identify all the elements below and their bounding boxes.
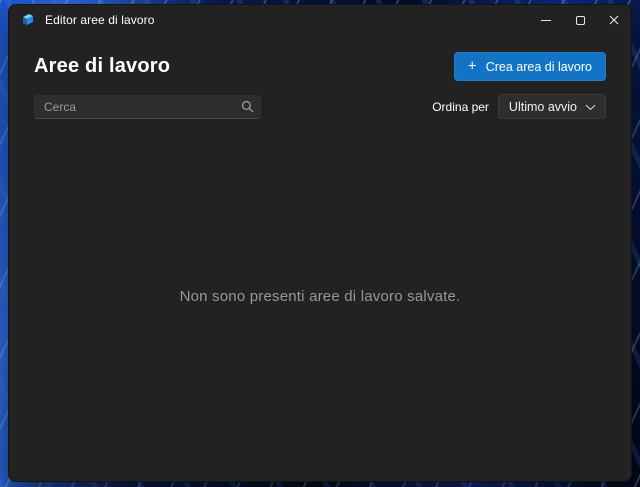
empty-state-message: Non sono presenti aree di lavoro salvate… — [179, 288, 461, 305]
plus-icon: + — [467, 57, 477, 75]
titlebar[interactable]: Editor aree di lavoro — [9, 5, 631, 35]
search-box — [34, 94, 261, 119]
minimize-button[interactable] — [529, 5, 563, 35]
minimize-icon — [541, 19, 551, 21]
window-title: Editor aree di lavoro — [45, 13, 155, 27]
create-workspace-button[interactable]: + Crea area di lavoro — [453, 52, 606, 81]
page-title: Aree di lavoro — [34, 55, 171, 77]
sort-dropdown[interactable]: Ultimo avvio — [497, 94, 606, 119]
maximize-button[interactable] — [563, 5, 597, 35]
close-icon — [609, 13, 619, 28]
caption-buttons — [529, 5, 631, 35]
sort-dropdown-value: Ultimo avvio — [508, 99, 577, 114]
toolbar-row: Ordina per Ultimo avvio — [9, 81, 631, 119]
workspaces-icon — [20, 12, 36, 28]
workspaces-editor-window: Editor aree di lavoro Aree di lavoro + C… — [8, 4, 632, 482]
close-button[interactable] — [597, 5, 631, 35]
create-workspace-label: Crea area di lavoro — [485, 59, 592, 74]
sort-by-label: Ordina per — [432, 99, 489, 114]
header-row: Aree di lavoro + Crea area di lavoro — [9, 35, 631, 81]
sort-group: Ordina per Ultimo avvio — [432, 94, 606, 119]
search-input[interactable] — [34, 94, 261, 119]
chevron-down-icon — [585, 104, 596, 111]
maximize-icon — [575, 15, 585, 25]
